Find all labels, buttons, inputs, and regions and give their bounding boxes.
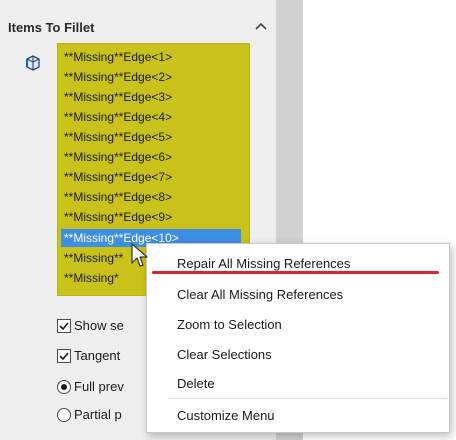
list-item[interactable]: **Missing**Edge<7> bbox=[64, 168, 172, 186]
items-to-fillet-header[interactable]: Items To Fillet bbox=[8, 18, 270, 40]
menu-item-clear-all-missing-references[interactable]: Clear All Missing References bbox=[177, 284, 343, 306]
checkbox-checked[interactable] bbox=[57, 319, 71, 333]
edge-icon bbox=[24, 54, 42, 72]
list-item[interactable]: **Missing**Edge<4> bbox=[64, 108, 172, 126]
list-item[interactable]: **Missing**Edge<3> bbox=[64, 88, 172, 106]
list-item[interactable]: **Missing**Edge<2> bbox=[64, 68, 172, 86]
checkbox-checked[interactable] bbox=[57, 349, 71, 363]
partial-preview-label: Partial p bbox=[74, 407, 122, 422]
list-item[interactable]: **Missing**Edge<5> bbox=[64, 128, 172, 146]
menu-item-zoom-to-selection[interactable]: Zoom to Selection bbox=[177, 314, 282, 336]
menu-item-delete[interactable]: Delete bbox=[177, 373, 215, 395]
list-item[interactable]: **Missing**Edge<1> bbox=[64, 48, 172, 66]
menu-separator bbox=[169, 398, 447, 399]
menu-item-clear-selections[interactable]: Clear Selections bbox=[177, 344, 272, 366]
chevron-up-icon[interactable] bbox=[252, 18, 270, 36]
list-item[interactable]: **Missing* bbox=[64, 269, 119, 287]
section-title: Items To Fillet bbox=[8, 20, 95, 35]
list-item[interactable]: **Missing**Edge<8> bbox=[64, 188, 172, 206]
full-preview-label: Full prev bbox=[74, 379, 124, 394]
mouse-pointer-icon bbox=[130, 243, 150, 269]
red-underline-annotation bbox=[152, 271, 439, 274]
list-item[interactable]: **Missing** bbox=[64, 249, 123, 267]
list-item[interactable]: **Missing**Edge<6> bbox=[64, 148, 172, 166]
tangent-label: Tangent bbox=[74, 348, 121, 363]
radio-selected[interactable] bbox=[57, 380, 71, 394]
radio-unselected[interactable] bbox=[57, 408, 71, 422]
show-selection-label: Show se bbox=[74, 318, 124, 333]
list-item[interactable]: **Missing**Edge<9> bbox=[64, 208, 172, 226]
menu-item-customize-menu[interactable]: Customize Menu bbox=[177, 405, 275, 427]
